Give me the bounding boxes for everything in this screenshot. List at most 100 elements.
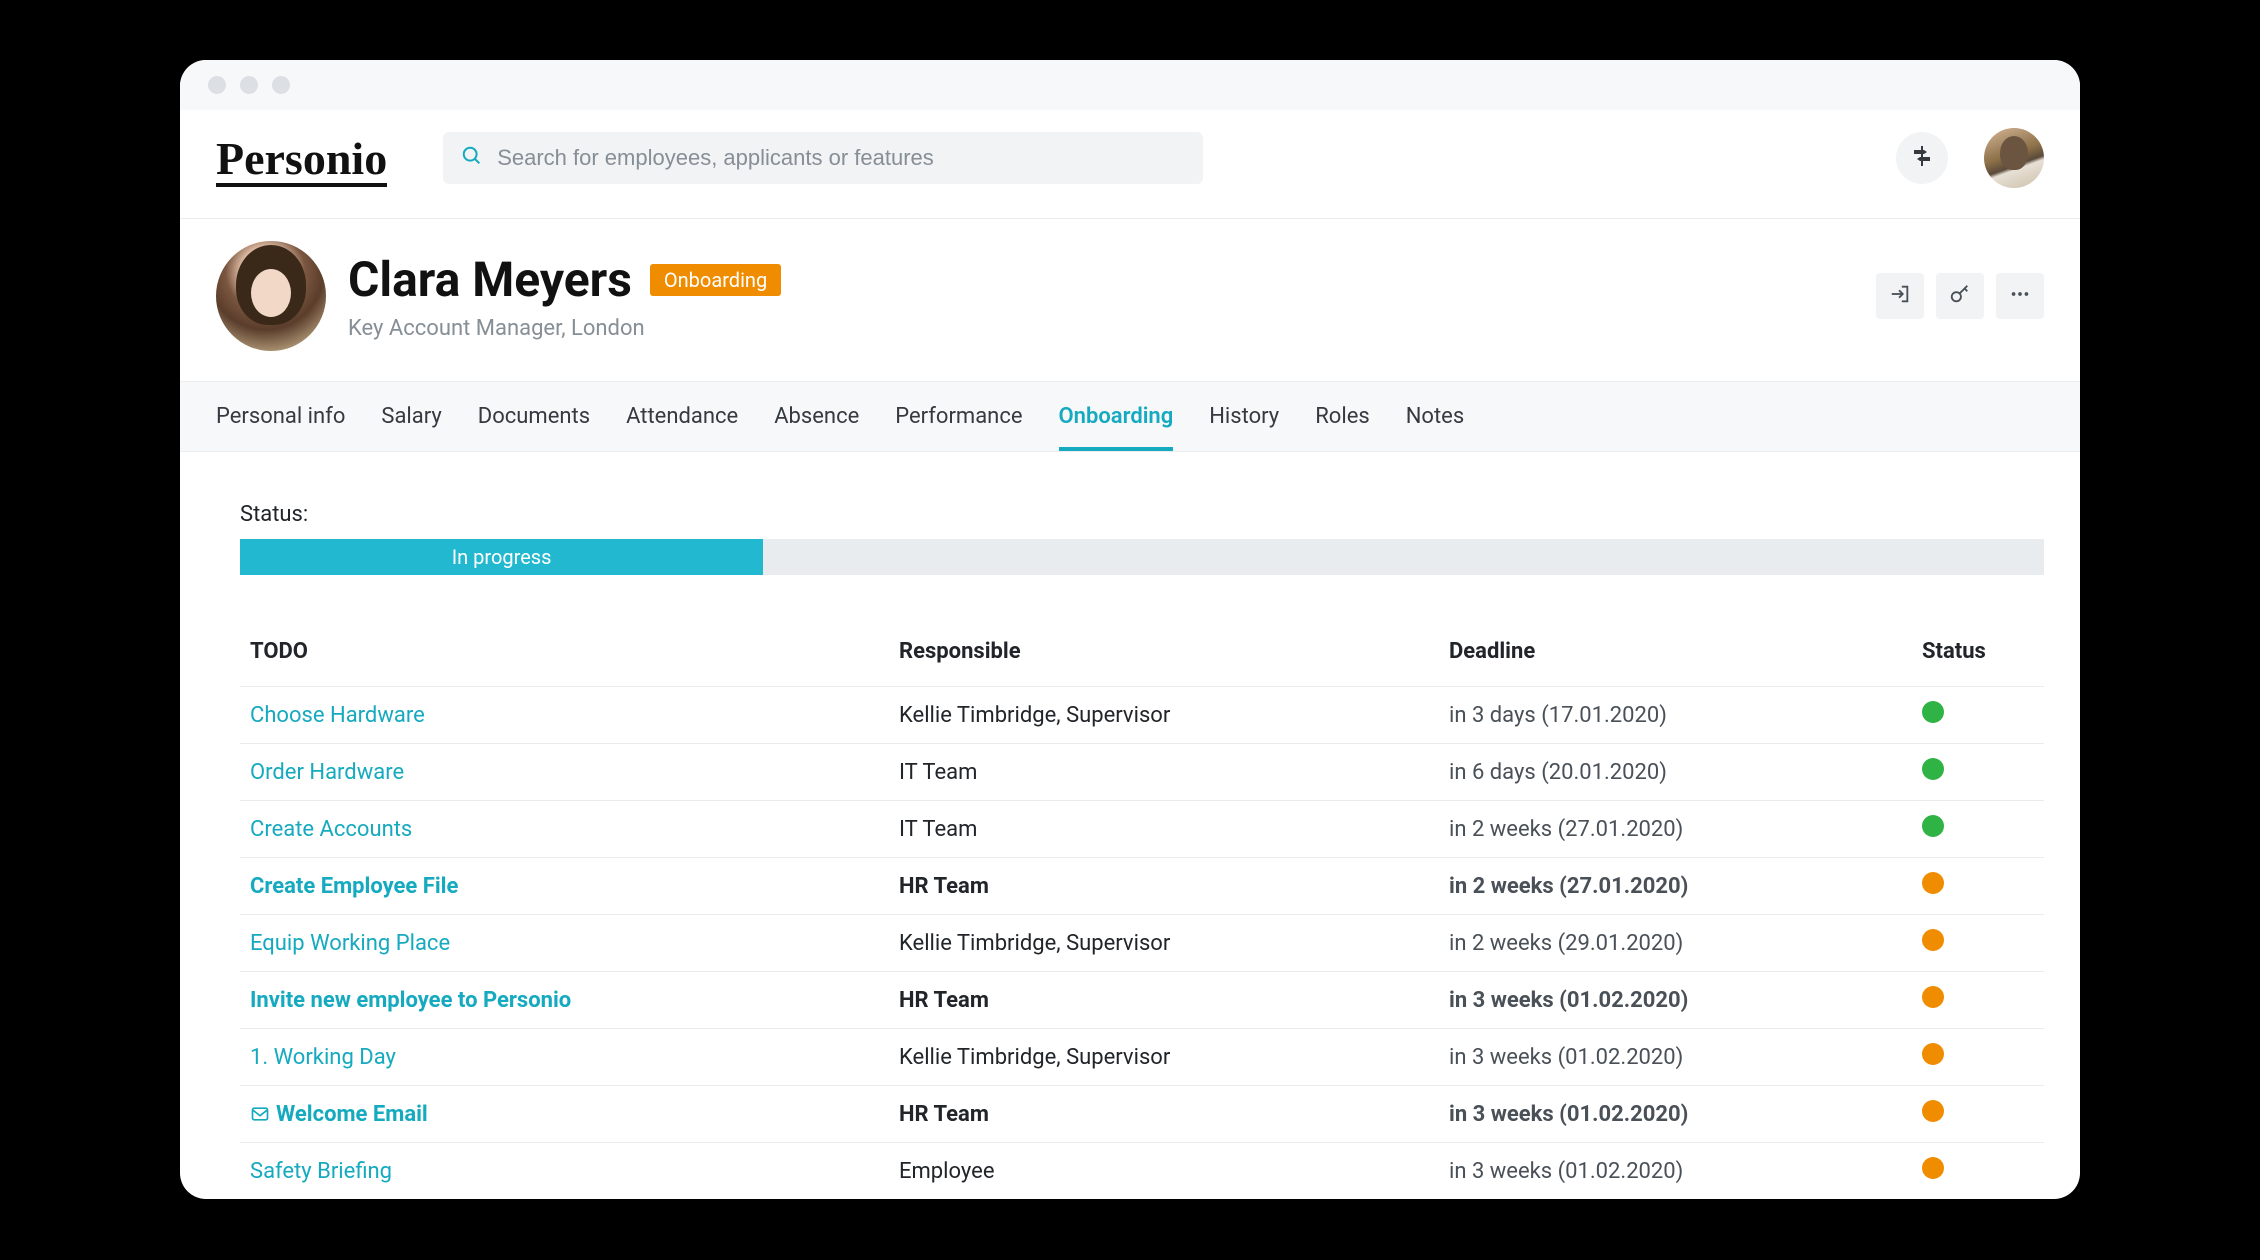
status-cell xyxy=(1912,915,2044,972)
table-row: Choose Hardware Kellie Timbridge, Supervi… xyxy=(240,687,2044,744)
todo-text: 1. Working Day xyxy=(250,1045,396,1070)
employee-avatar[interactable] xyxy=(216,241,326,351)
global-search[interactable] xyxy=(443,132,1203,184)
deadline-cell: in 3 weeks (01.02.2020) xyxy=(1439,1086,1912,1143)
more-button[interactable] xyxy=(1996,273,2044,319)
exit-icon xyxy=(1889,283,1911,309)
todo-text: Create Employee File xyxy=(250,874,458,899)
todo-link[interactable]: Safety Briefing xyxy=(250,1159,392,1184)
status-dot-orange xyxy=(1922,1100,1944,1122)
status-cell xyxy=(1912,801,2044,858)
more-icon xyxy=(2009,283,2031,309)
deadline-cell: in 2 weeks (29.01.2020) xyxy=(1439,915,1912,972)
deadline-cell: in 3 days (17.01.2020) xyxy=(1439,687,1912,744)
tab-documents[interactable]: Documents xyxy=(478,382,590,451)
tab-content: Status: In progress TODO Responsible Dea… xyxy=(180,452,2080,1199)
status-badge: Onboarding xyxy=(650,264,781,296)
col-header-status: Status xyxy=(1912,625,2044,687)
progress-bar: In progress xyxy=(240,539,2044,575)
responsible-cell: Kellie Timbridge, Supervisor xyxy=(889,1029,1439,1086)
profile-actions xyxy=(1876,273,2044,319)
onboarding-table: TODO Responsible Deadline Status Choose … xyxy=(240,625,2044,1199)
status-cell xyxy=(1912,1029,2044,1086)
name-row: Clara Meyers Onboarding xyxy=(348,251,781,308)
col-header-todo: TODO xyxy=(240,625,889,687)
tab-personal-info[interactable]: Personal info xyxy=(216,382,345,451)
todo-link[interactable]: Invite new employee to Personio xyxy=(250,988,571,1013)
responsible-cell: HR Team xyxy=(889,972,1439,1029)
status-cell xyxy=(1912,858,2044,915)
tab-attendance[interactable]: Attendance xyxy=(626,382,738,451)
todo-cell: Equip Working Place xyxy=(240,915,889,972)
window-titlebar xyxy=(180,60,2080,110)
profile-tabs: Personal info Salary Documents Attendance Ab… xyxy=(180,381,2080,452)
responsible-cell: Kellie Timbridge, Supervisor xyxy=(889,687,1439,744)
todo-cell: Create Employee File xyxy=(240,858,889,915)
todo-text: Safety Briefing xyxy=(250,1159,392,1184)
todo-cell: Invite new employee to Personio xyxy=(240,972,889,1029)
col-header-responsible: Responsible xyxy=(889,625,1439,687)
responsible-cell: Kellie Timbridge, Supervisor xyxy=(889,915,1439,972)
key-icon xyxy=(1949,283,1971,309)
status-cell xyxy=(1912,1143,2044,1200)
tab-salary[interactable]: Salary xyxy=(381,382,441,451)
status-dot-orange xyxy=(1922,986,1944,1008)
user-avatar[interactable] xyxy=(1984,128,2044,188)
deadline-cell: in 3 weeks (01.02.2020) xyxy=(1439,1029,1912,1086)
window-minimize-dot[interactable] xyxy=(240,76,258,94)
responsible-cell: IT Team xyxy=(889,744,1439,801)
progress-fill: In progress xyxy=(240,539,763,575)
todo-cell: Order Hardware xyxy=(240,744,889,801)
todo-link[interactable]: Order Hardware xyxy=(250,760,404,785)
status-dot-orange xyxy=(1922,872,1944,894)
employee-subtitle: Key Account Manager, London xyxy=(348,316,781,341)
key-button[interactable] xyxy=(1936,273,1984,319)
signpost-button[interactable] xyxy=(1896,132,1948,184)
status-dot-orange xyxy=(1922,929,1944,951)
responsible-cell: HR Team xyxy=(889,858,1439,915)
search-input[interactable] xyxy=(497,145,1185,171)
responsible-cell: HR Team xyxy=(889,1086,1439,1143)
progress-text: In progress xyxy=(452,545,552,569)
tab-history[interactable]: History xyxy=(1209,382,1279,451)
todo-text: Welcome Email xyxy=(276,1102,428,1127)
status-dot-green xyxy=(1922,701,1944,723)
deadline-cell: in 6 days (20.01.2020) xyxy=(1439,744,1912,801)
col-header-deadline: Deadline xyxy=(1439,625,1912,687)
tab-onboarding[interactable]: Onboarding xyxy=(1059,382,1174,451)
tab-notes[interactable]: Notes xyxy=(1406,382,1464,451)
export-button[interactable] xyxy=(1876,273,1924,319)
tab-absence[interactable]: Absence xyxy=(774,382,859,451)
todo-link[interactable]: Choose Hardware xyxy=(250,703,425,728)
todo-link[interactable]: Welcome Email xyxy=(250,1102,428,1127)
todo-link[interactable]: Create Employee File xyxy=(250,874,458,899)
status-cell xyxy=(1912,687,2044,744)
mail-icon xyxy=(250,1104,270,1124)
tab-roles[interactable]: Roles xyxy=(1315,382,1369,451)
todo-text: Choose Hardware xyxy=(250,703,425,728)
todo-link[interactable]: Equip Working Place xyxy=(250,931,450,956)
window-close-dot[interactable] xyxy=(208,76,226,94)
deadline-cell: in 2 weeks (27.01.2020) xyxy=(1439,801,1912,858)
responsible-cell: Employee xyxy=(889,1143,1439,1200)
todo-text: Order Hardware xyxy=(250,760,404,785)
todo-cell: Safety Briefing xyxy=(240,1143,889,1200)
table-row: Create AccountsIT Teamin 2 weeks (27.01.… xyxy=(240,801,2044,858)
status-cell xyxy=(1912,1086,2044,1143)
todo-cell: Create Accounts xyxy=(240,801,889,858)
deadline-cell: in 3 weeks (01.02.2020) xyxy=(1439,972,1912,1029)
table-row: Invite new employee to Personio HR Teamin… xyxy=(240,972,2044,1029)
todo-link[interactable]: Create Accounts xyxy=(250,817,412,842)
profile-titles: Clara Meyers Onboarding Key Account Mana… xyxy=(348,251,781,341)
table-row: Welcome Email HR Teamin 3 weeks (01.02.20… xyxy=(240,1086,2044,1143)
status-dot-orange xyxy=(1922,1043,1944,1065)
todo-text: Create Accounts xyxy=(250,817,412,842)
status-cell xyxy=(1912,744,2044,801)
table-row: Order Hardware IT Teamin 6 days (20.01.20… xyxy=(240,744,2044,801)
todo-cell: 1. Working Day xyxy=(240,1029,889,1086)
brand-logo[interactable]: Personio xyxy=(216,132,407,185)
tab-performance[interactable]: Performance xyxy=(895,382,1022,451)
window-maximize-dot[interactable] xyxy=(272,76,290,94)
todo-link[interactable]: 1. Working Day xyxy=(250,1045,396,1070)
table-header-row: TODO Responsible Deadline Status xyxy=(240,625,2044,687)
